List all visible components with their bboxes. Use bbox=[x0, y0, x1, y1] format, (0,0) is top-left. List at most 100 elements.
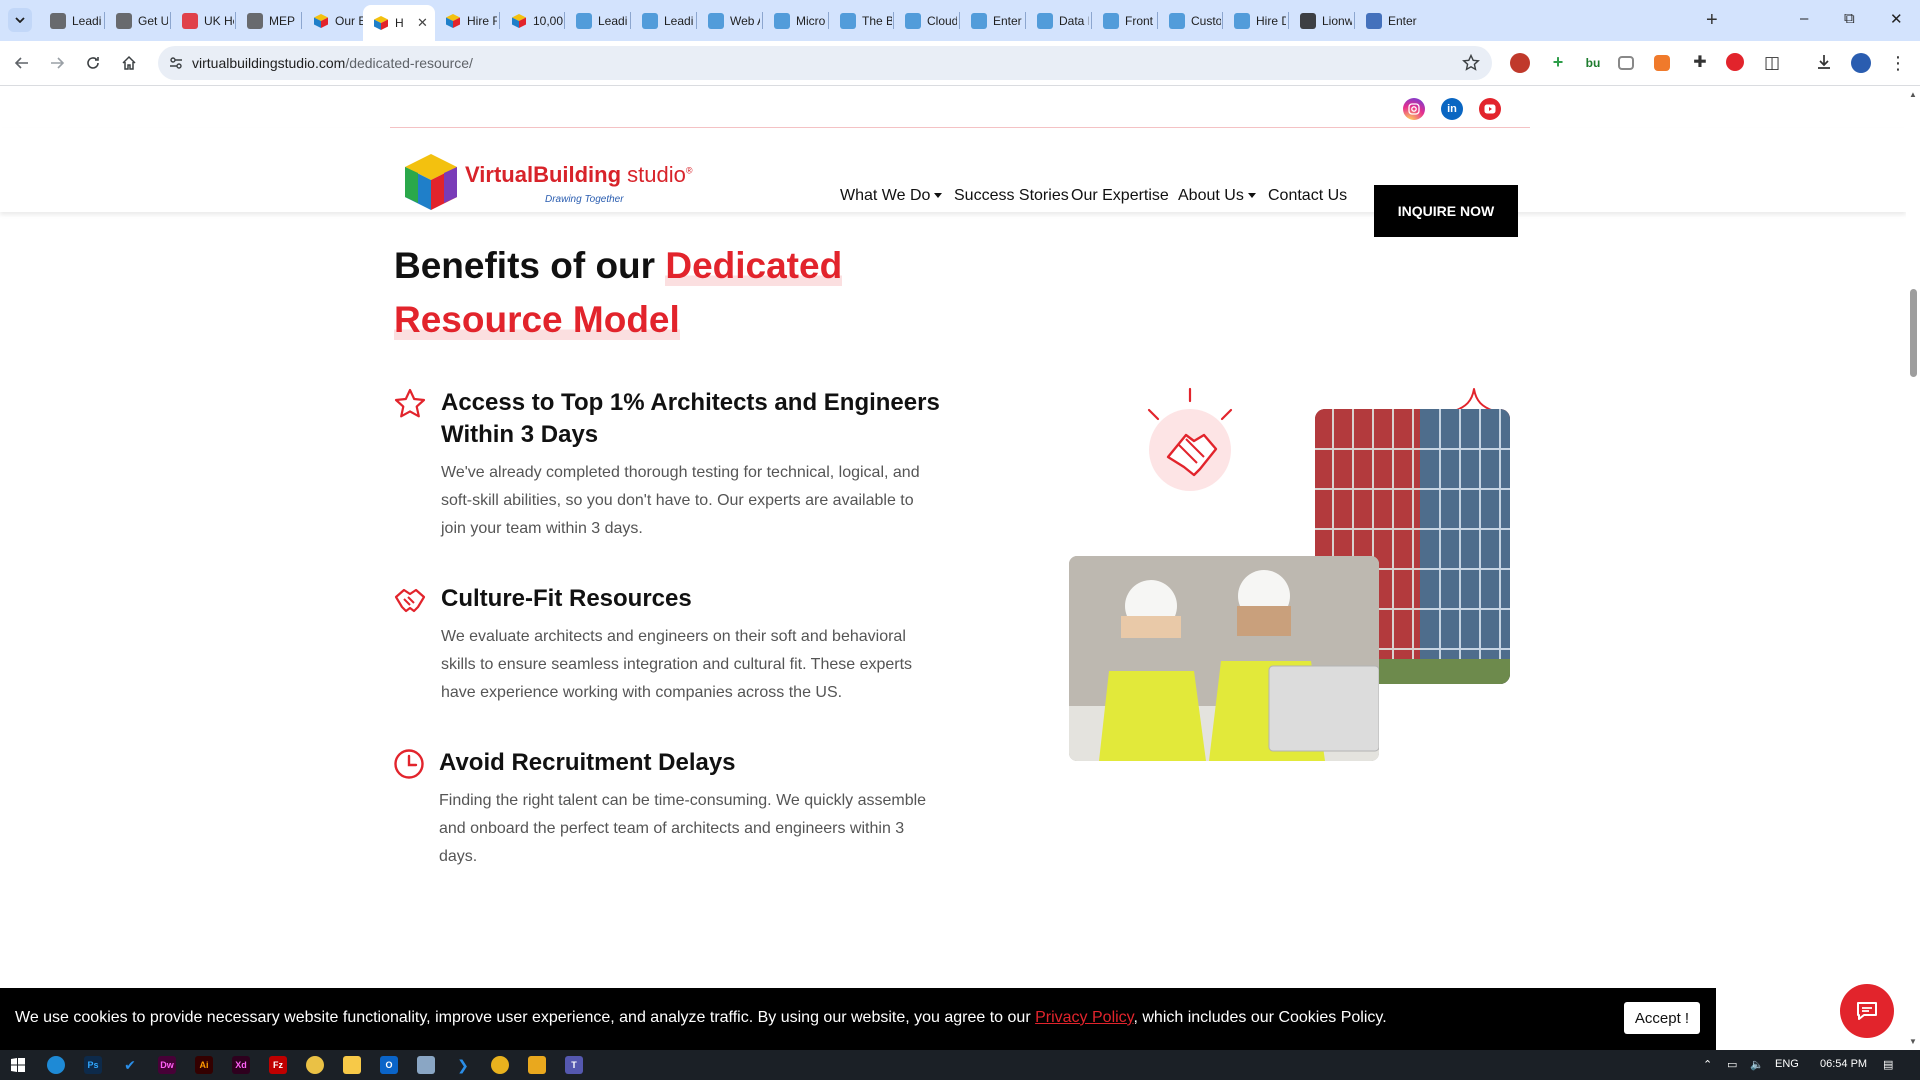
bookmark-star-icon[interactable] bbox=[1462, 54, 1480, 72]
menu-icon[interactable]: ⋮ bbox=[1888, 53, 1908, 73]
browser-tab[interactable]: Data I bbox=[1027, 6, 1089, 35]
download-icon[interactable] bbox=[1815, 53, 1835, 73]
profile-avatar[interactable] bbox=[1851, 53, 1871, 73]
teams-icon[interactable]: T bbox=[565, 1056, 583, 1074]
browser-tab[interactable]: Leadin bbox=[40, 6, 102, 35]
handshake-illustration-icon bbox=[1147, 387, 1233, 491]
benefit-title: Culture-Fit Resources bbox=[441, 585, 692, 612]
clock-text[interactable]: 06:54 PM bbox=[1820, 1058, 1867, 1070]
scroll-down-icon[interactable]: ▼ bbox=[1909, 1037, 1917, 1046]
logo-cube-icon[interactable] bbox=[402, 152, 460, 212]
tab-favicon-icon bbox=[373, 15, 389, 31]
tab-title: Data I bbox=[1059, 13, 1089, 28]
nav-contact-us[interactable]: Contact Us bbox=[1268, 187, 1347, 205]
browser-tab[interactable]: UK He bbox=[172, 6, 234, 35]
extension-6-icon[interactable]: ✚ bbox=[1690, 53, 1710, 73]
tab-favicon-icon bbox=[905, 12, 921, 29]
chrome-2-icon[interactable] bbox=[491, 1056, 509, 1074]
minimize-icon[interactable]: – bbox=[1800, 10, 1808, 27]
extension-5-icon[interactable] bbox=[1654, 55, 1670, 71]
logo-wordmark[interactable]: VirtualBuilding studio® bbox=[465, 162, 693, 188]
todo-icon[interactable]: ✔ bbox=[121, 1056, 139, 1074]
home-icon[interactable] bbox=[118, 52, 140, 74]
tray-chevron-icon[interactable]: ⌃ bbox=[1703, 1058, 1712, 1071]
close-window-icon[interactable]: ✕ bbox=[1890, 10, 1903, 28]
nav-what-we-do[interactable]: What We Do bbox=[840, 187, 943, 205]
browser-tab[interactable]: Leadi bbox=[632, 6, 694, 35]
benefit-text: We've already completed thorough testing… bbox=[441, 464, 920, 537]
browser-tab[interactable]: Leadi bbox=[566, 6, 628, 35]
photoshop-icon[interactable]: Ps bbox=[84, 1056, 102, 1074]
dreamweaver-icon[interactable]: Dw bbox=[158, 1056, 176, 1074]
tab-title: Leadi bbox=[598, 13, 628, 28]
browser-tab[interactable]: Micro bbox=[764, 6, 826, 35]
nav-about-us[interactable]: About Us bbox=[1178, 187, 1256, 205]
filezilla-icon[interactable]: Fz bbox=[269, 1056, 287, 1074]
back-icon[interactable] bbox=[11, 52, 33, 74]
web-page: in VirtualBuilding studio® Drawing Toget… bbox=[0, 87, 1906, 1050]
sticky-notes-icon[interactable] bbox=[343, 1056, 361, 1074]
browser-tab[interactable]: Lionw bbox=[1290, 6, 1352, 35]
edge-icon[interactable] bbox=[47, 1056, 65, 1074]
linkedin-icon[interactable]: in bbox=[1441, 98, 1463, 120]
network-icon[interactable]: ▭ bbox=[1727, 1058, 1737, 1071]
browser-tab[interactable]: Enter bbox=[1356, 6, 1418, 35]
tab-favicon-icon bbox=[50, 12, 66, 29]
browser-tab[interactable]: 10,00 bbox=[501, 6, 563, 35]
outlook-icon[interactable]: O bbox=[380, 1056, 398, 1074]
tab-favicon-icon bbox=[1366, 12, 1382, 29]
file-explorer-icon[interactable] bbox=[528, 1056, 546, 1074]
browser-tab[interactable]: MEP E bbox=[237, 6, 299, 35]
chat-button[interactable] bbox=[1840, 984, 1894, 1038]
browser-tab[interactable]: The B bbox=[830, 6, 892, 35]
active-tab[interactable]: H ✕ bbox=[363, 5, 435, 41]
vscode-icon[interactable]: ❯ bbox=[454, 1056, 472, 1074]
tab-search-button[interactable] bbox=[8, 8, 32, 32]
extension-3-icon[interactable]: bu bbox=[1583, 53, 1603, 73]
notifications-icon[interactable]: ▤ bbox=[1883, 1058, 1893, 1071]
nav-our-expertise[interactable]: Our Expertise bbox=[1071, 187, 1169, 205]
address-bar[interactable]: virtualbuildingstudio.com/dedicated-reso… bbox=[158, 46, 1492, 80]
browser-tab[interactable]: Enter bbox=[961, 6, 1023, 35]
chrome-icon[interactable] bbox=[306, 1056, 324, 1074]
browser-tab[interactable]: Get U bbox=[106, 6, 168, 35]
xd-icon[interactable]: Xd bbox=[232, 1056, 250, 1074]
browser-tab[interactable]: Web A bbox=[698, 6, 760, 35]
tab-close-icon[interactable]: ✕ bbox=[417, 15, 428, 31]
cookie-banner: We use cookies to provide necessary webs… bbox=[0, 988, 1716, 1050]
extension-2-icon[interactable]: + bbox=[1548, 53, 1568, 73]
browser-tab[interactable]: Hire R bbox=[435, 6, 497, 35]
site-info-icon[interactable] bbox=[168, 55, 184, 71]
logo-name: VirtualBuilding bbox=[465, 162, 622, 187]
puzzle-icon[interactable]: ◫ bbox=[1762, 53, 1782, 73]
language-indicator[interactable]: ENG bbox=[1775, 1058, 1799, 1070]
page-scrollbar[interactable]: ▲ ▼ bbox=[1906, 87, 1920, 1050]
windows-start-icon[interactable] bbox=[9, 1056, 27, 1074]
camera-icon[interactable] bbox=[1618, 56, 1634, 70]
volume-icon[interactable]: 🔈 bbox=[1750, 1058, 1764, 1071]
new-tab-button[interactable]: + bbox=[1706, 9, 1718, 32]
instagram-icon[interactable] bbox=[1403, 98, 1425, 120]
nav-label: About Us bbox=[1178, 187, 1244, 204]
youtube-icon[interactable] bbox=[1479, 98, 1501, 120]
browser-tab[interactable]: Front bbox=[1093, 6, 1155, 35]
forward-icon[interactable] bbox=[46, 52, 68, 74]
restore-icon[interactable]: ⧉ bbox=[1844, 10, 1855, 27]
extension-1-icon[interactable] bbox=[1510, 53, 1530, 73]
notepad-icon[interactable] bbox=[417, 1056, 435, 1074]
browser-tab[interactable]: Our E bbox=[303, 6, 365, 35]
privacy-policy-link[interactable]: Privacy Policy bbox=[1035, 1009, 1133, 1026]
accept-cookies-button[interactable]: Accept ! bbox=[1624, 1002, 1700, 1034]
scroll-up-icon[interactable]: ▲ bbox=[1909, 90, 1917, 99]
nav-success-stories[interactable]: Success Stories bbox=[954, 187, 1069, 205]
reload-icon[interactable] bbox=[82, 52, 104, 74]
tab-separator bbox=[104, 12, 105, 29]
tab-separator bbox=[499, 12, 500, 29]
scrollbar-thumb[interactable] bbox=[1910, 289, 1917, 377]
browser-tab[interactable]: Hire D bbox=[1224, 6, 1286, 35]
browser-tab[interactable]: Cloud bbox=[895, 6, 957, 35]
inquire-now-button[interactable]: INQUIRE NOW bbox=[1374, 185, 1518, 237]
browser-tab[interactable]: Custo bbox=[1159, 6, 1221, 35]
extension-7-icon[interactable] bbox=[1726, 53, 1744, 71]
illustrator-icon[interactable]: Ai bbox=[195, 1056, 213, 1074]
